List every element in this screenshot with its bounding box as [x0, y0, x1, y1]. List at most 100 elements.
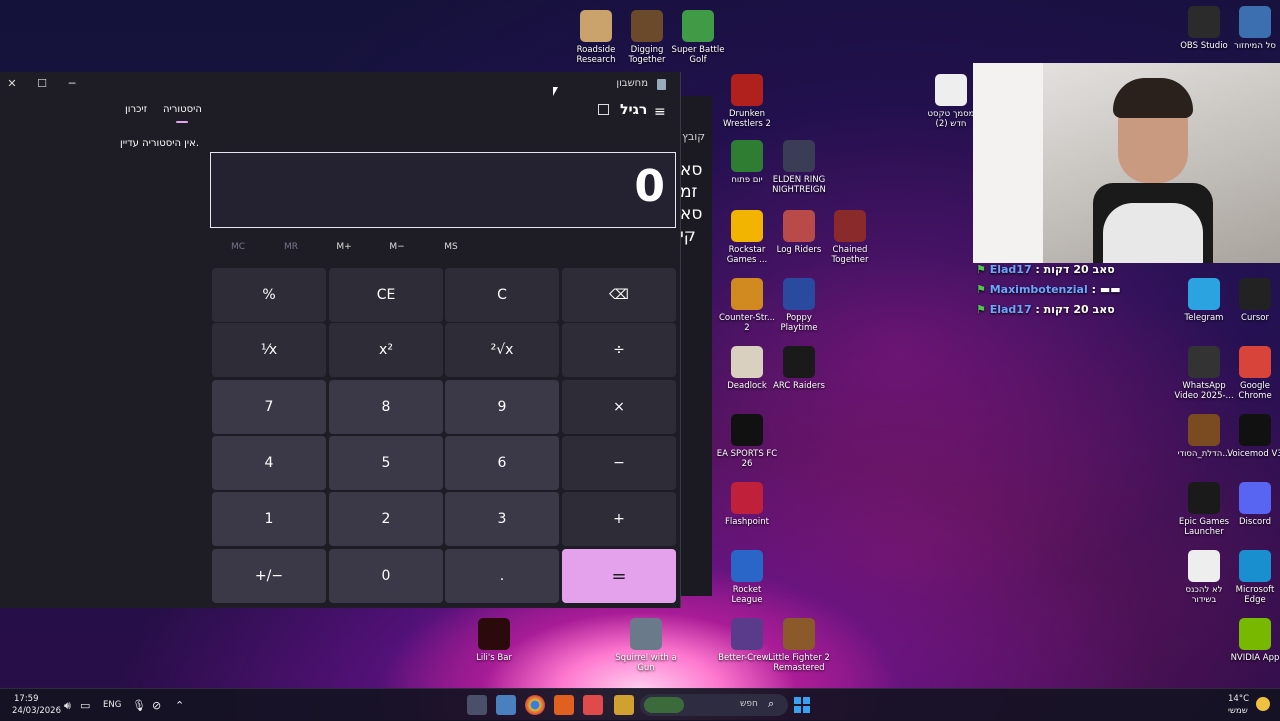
percent-button[interactable]: %	[212, 268, 326, 322]
subtract-button[interactable]: −	[562, 436, 676, 490]
weather-desc[interactable]: שמשי	[1228, 706, 1248, 716]
desktop-icon[interactable]: Super Battle Golf	[667, 10, 729, 65]
calculator-window: ✕ ☐ ─ מחשבון ≡ רגיל היסטוריה זיכרון אין …	[0, 72, 681, 608]
reciprocal-button[interactable]: ¹⁄x	[212, 323, 326, 377]
search-icon: ⌕	[768, 697, 775, 710]
desktop-icon[interactable]: Lili's Bar	[463, 618, 525, 663]
chat-message: ⚑ Elad17 : סאב 20 דקות	[976, 263, 1115, 276]
digit-5-button[interactable]: 5	[329, 436, 443, 490]
multiply-button[interactable]: ×	[562, 380, 676, 434]
digit-0-button[interactable]: 0	[329, 549, 443, 603]
desktop-icon[interactable]: Drunken Wrestlers 2	[716, 74, 778, 129]
clear-button[interactable]: C	[445, 268, 559, 322]
desktop-icon-label: Drunken Wrestlers 2	[723, 109, 771, 129]
chat-text: סאב 20 דקות	[1043, 303, 1115, 316]
memory-button[interactable]: MR	[271, 242, 311, 252]
nav-menu-icon[interactable]: ≡	[654, 104, 666, 120]
close-icon[interactable]: ✕	[2, 76, 22, 92]
desktop-icon[interactable]: סל המיחזור	[1224, 6, 1280, 51]
equals-button[interactable]: =	[562, 549, 676, 603]
desktop-icon[interactable]: Google Chrome	[1224, 346, 1280, 401]
desktop-icon-label: Poppy Playtime	[780, 313, 818, 333]
clock-date[interactable]: 24/03/2026	[12, 706, 61, 716]
title-bar[interactable]: ✕ ☐ ─ מחשבון	[0, 72, 680, 96]
taskbar-calculator-icon[interactable]	[467, 695, 487, 715]
desktop-icon[interactable]: Poppy Playtime	[768, 278, 830, 333]
digit-9-button[interactable]: 9	[445, 380, 559, 434]
digit-6-button[interactable]: 6	[445, 436, 559, 490]
clear-entry-button[interactable]: CE	[329, 268, 443, 322]
digit-2-button[interactable]: 2	[329, 492, 443, 546]
desktop-icon[interactable]: ARC Raiders	[768, 346, 830, 391]
minimize-icon[interactable]: ─	[62, 76, 82, 92]
chevron-up-icon[interactable]: ⌃	[175, 699, 184, 712]
background-window-text: סא	[680, 160, 703, 180]
badge-icon: ⚑	[976, 263, 990, 276]
desktop-app-icon	[1239, 278, 1271, 310]
desktop-icon-label: ARC Raiders	[773, 381, 825, 391]
memory-button[interactable]: M−	[377, 242, 417, 252]
taskbar: 17:59 24/03/2026 🔊︎ ▭ ENG 🎙︎ ⊘ ⌃ חפש ⌕ 1…	[0, 688, 1280, 721]
taskbar-app-icon[interactable]	[554, 695, 574, 715]
tab-memory[interactable]: זיכרון	[125, 104, 147, 115]
maximize-icon[interactable]: ☐	[32, 76, 52, 92]
chat-separator: :	[1087, 283, 1100, 296]
weather-icon[interactable]	[1256, 697, 1270, 711]
square-root-button[interactable]: ²√x	[445, 323, 559, 377]
tab-history[interactable]: היסטוריה	[163, 104, 202, 115]
taskbar-file-explorer-icon[interactable]	[614, 695, 634, 715]
desktop-icon[interactable]: Chained Together	[819, 210, 881, 265]
memory-button[interactable]: MC	[218, 242, 258, 252]
desktop-icon[interactable]: Rocket League	[716, 550, 778, 605]
desktop-app-icon	[1239, 550, 1271, 582]
speaker-icon[interactable]: 🔊︎	[64, 699, 71, 713]
keep-on-top-icon[interactable]	[598, 104, 609, 115]
memory-button[interactable]: MS	[431, 242, 471, 252]
search-banner	[644, 697, 684, 713]
desktop-app-icon	[783, 346, 815, 378]
taskbar-active-app-icon[interactable]	[583, 695, 603, 715]
result-value: 0	[634, 161, 665, 212]
language-indicator[interactable]: ENG	[103, 700, 121, 710]
network-icon[interactable]: ▭	[80, 699, 90, 712]
desktop-app-icon	[1239, 482, 1271, 514]
memory-button[interactable]: M+	[324, 242, 364, 252]
decimal-button[interactable]: .	[445, 549, 559, 603]
search-placeholder: חפש	[740, 699, 758, 709]
desktop-icon[interactable]: Discord	[1224, 482, 1280, 527]
chat-username: Elad17	[989, 303, 1032, 316]
digit-7-button[interactable]: 7	[212, 380, 326, 434]
desktop-icon[interactable]: ELDEN RING NIGHTREIGN	[768, 140, 830, 195]
digit-8-button[interactable]: 8	[329, 380, 443, 434]
desktop-icon[interactable]: Voicemod V3	[1224, 414, 1280, 459]
divide-button[interactable]: ÷	[562, 323, 676, 377]
chat-message: ⚑ Maximbotenzial : ▬▬	[976, 283, 1121, 296]
background-window-text: קי	[680, 226, 696, 246]
square-button[interactable]: x²	[329, 323, 443, 377]
muted-icon[interactable]: ⊘	[152, 699, 161, 712]
desktop-icon[interactable]: Little Fighter 2 Remastered	[768, 618, 830, 673]
negate-button[interactable]: +/−	[212, 549, 326, 603]
weather-temp[interactable]: 14°C	[1228, 694, 1249, 704]
digit-4-button[interactable]: 4	[212, 436, 326, 490]
backspace-button[interactable]: ⌫	[562, 268, 676, 322]
taskbar-chrome-icon[interactable]	[525, 695, 545, 715]
add-button[interactable]: +	[562, 492, 676, 546]
digit-1-button[interactable]: 1	[212, 492, 326, 546]
taskbar-notepad-icon[interactable]	[496, 695, 516, 715]
chat-username: Elad17	[989, 263, 1032, 276]
desktop-icon[interactable]: Squirrel with a Gun	[615, 618, 677, 673]
desktop-icon[interactable]: EA SPORTS FC 26	[716, 414, 778, 469]
desktop-icon[interactable]: Flashpoint	[716, 482, 778, 527]
clock-time[interactable]: 17:59	[14, 694, 39, 704]
desktop-icon[interactable]: Cursor	[1224, 278, 1280, 323]
desktop-icon[interactable]: NVIDIA App	[1224, 618, 1280, 663]
desktop-icon[interactable]: Microsoft Edge	[1224, 550, 1280, 605]
start-icon[interactable]	[794, 697, 810, 713]
desktop-app-icon	[631, 10, 663, 42]
chat-separator: :	[1031, 303, 1044, 316]
digit-3-button[interactable]: 3	[445, 492, 559, 546]
search-box[interactable]: חפש ⌕	[640, 694, 788, 716]
microphone-icon[interactable]: 🎙︎	[132, 699, 146, 712]
webcam-door	[973, 63, 1043, 263]
